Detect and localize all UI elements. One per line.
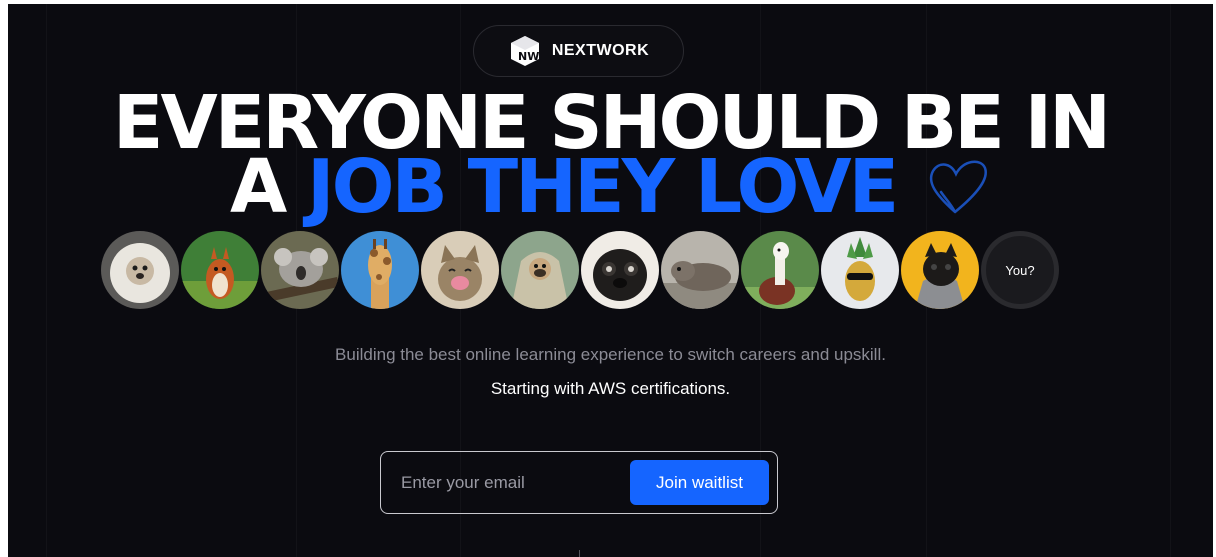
avatar-pineapple-with-sunglasses [821, 231, 899, 309]
community-avatars: You? [101, 231, 1059, 309]
avatar-giraffe [341, 231, 419, 309]
sub-tagline: Starting with AWS certifications. [490, 379, 731, 398]
headline-prefix: A [230, 144, 287, 230]
avatar-pug-in-hoodie [901, 231, 979, 309]
join-waitlist-button[interactable]: Join waitlist [630, 460, 769, 505]
headline-line-2: A JOB THEY LOVE [8, 150, 1213, 224]
waitlist-form: Join waitlist [380, 451, 778, 514]
avatar-alpaca [741, 231, 819, 309]
avatar-pug-in-blanket [501, 231, 579, 309]
avatar-squirrel [181, 231, 259, 309]
scroll-indicator [579, 550, 580, 557]
headline-highlight: JOB THEY LOVE [307, 144, 899, 230]
avatar-seal [661, 231, 739, 309]
email-input[interactable] [399, 471, 630, 494]
landing-page: NW NEXTWORK EVERYONE SHOULD BE IN A JOB … [8, 4, 1213, 557]
avatar-you-placeholder: You? [981, 231, 1059, 309]
brand-logo-pill[interactable]: NW NEXTWORK [473, 25, 684, 77]
logo-mark-n: NW [518, 50, 539, 63]
nextwork-logo-icon: NW [510, 36, 539, 66]
brand-name: NEXTWORK [551, 42, 650, 59]
avatar-koala [261, 231, 339, 309]
avatar-laughing-cat [421, 231, 499, 309]
avatar-pug-closeup [581, 231, 659, 309]
heart-outline-icon [929, 160, 987, 214]
you-label: You? [1005, 262, 1035, 278]
avatar-white-fluffy-dog [101, 231, 179, 309]
tagline: Building the best online learning experi… [335, 345, 886, 364]
